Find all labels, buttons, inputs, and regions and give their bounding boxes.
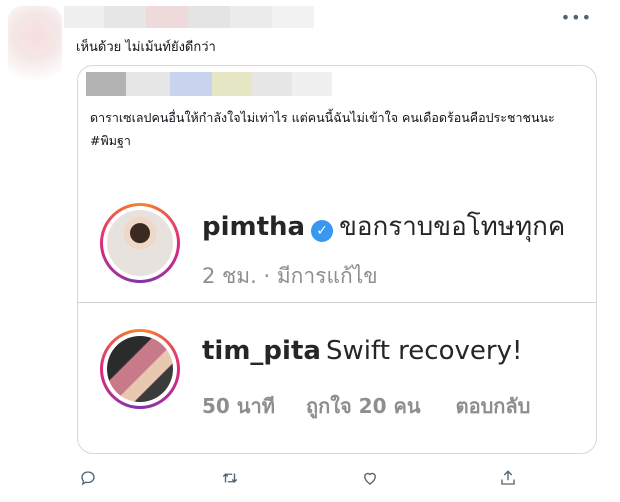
share-icon[interactable]	[496, 466, 520, 490]
ig-post-caption: ขอกราบขอโทษทุกค	[339, 212, 566, 242]
instagram-screenshot-image: pimtha ✓ ขอกราบขอโทษทุกค 2 ชม. · มีการแก้ไ…	[78, 180, 596, 453]
ig-post-username: pimtha	[202, 212, 306, 242]
heart-icon[interactable]	[358, 466, 382, 490]
quote-tweet-card[interactable]: ดาราเซเลปคนอื่นให้กำลังใจไม่เท่าไร แต่คน…	[77, 65, 597, 454]
verified-badge-icon: ✓	[311, 219, 334, 242]
tweet-text: เห็นด้วย ไม่เม้นท์ยังดีกว่า	[76, 40, 216, 55]
ig-post-header: pimtha ✓ ขอกราบขอโทษทุกค	[202, 206, 565, 247]
ig-comment-text: Swift recovery!	[326, 336, 523, 366]
pimtha-avatar	[100, 203, 180, 283]
quoted-tweet-text: ดาราเซเลปคนอื่นให้กำลังใจไม่เท่าไร แต่คน…	[90, 110, 555, 148]
ig-comment-meta: 50 นาที ถูกใจ 20 คน ตอบกลับ	[202, 390, 530, 422]
ig-comment-line: tim_pita Swift recovery!	[202, 336, 522, 366]
tweet-actions	[76, 466, 516, 490]
ig-comment-time: 50 นาที	[202, 394, 275, 418]
ig-post-meta: 2 ชม. · มีการแก้ไข	[202, 264, 378, 288]
more-horizontal-icon[interactable]: •••	[561, 10, 592, 26]
reply-icon[interactable]	[76, 466, 100, 490]
ig-comment-likes: ถูกใจ 20 คน	[305, 394, 421, 418]
ig-comment-username: tim_pita	[202, 336, 321, 366]
retweet-icon[interactable]	[218, 466, 242, 490]
quoted-author-redacted	[86, 72, 416, 96]
author-name-redacted[interactable]	[64, 6, 314, 28]
author-avatar-blurred[interactable]	[8, 6, 62, 80]
ig-divider	[78, 302, 596, 303]
ig-comment-reply: ตอบกลับ	[455, 394, 531, 418]
tim-pita-avatar	[100, 329, 180, 409]
